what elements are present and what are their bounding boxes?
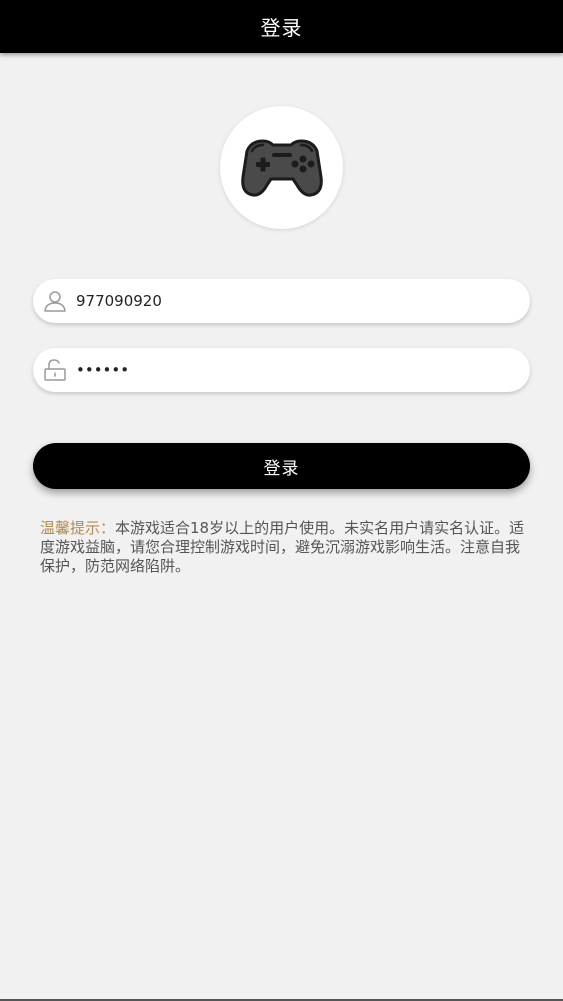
user-icon [44, 291, 66, 312]
password-input[interactable] [76, 348, 516, 392]
logo-circle [220, 106, 343, 229]
gamepad-icon [240, 138, 323, 197]
tips-text: 温馨提示：本游戏适合18岁以上的用户使用。未实名用户请实名认证。适度游戏益脑，请… [40, 519, 525, 576]
username-field[interactable] [33, 279, 530, 323]
tips-label: 温馨提示： [40, 519, 116, 537]
unlock-icon [44, 359, 66, 381]
username-input[interactable] [76, 279, 516, 323]
page-title: 登录 [260, 16, 303, 40]
top-bar: 登录 [0, 0, 563, 53]
password-field[interactable] [33, 348, 530, 392]
login-button[interactable]: 登录 [33, 443, 530, 489]
